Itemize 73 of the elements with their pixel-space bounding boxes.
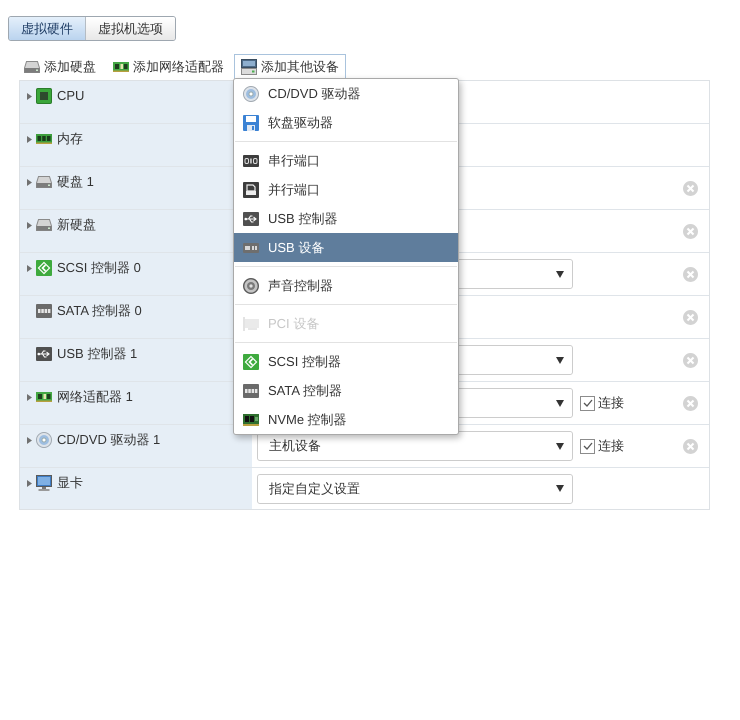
toolbar-button[interactable]: 添加其他设备 xyxy=(234,54,346,79)
remove-icon[interactable] xyxy=(683,438,698,454)
monitor-icon xyxy=(36,475,52,491)
menu-item[interactable]: 声音控制器 xyxy=(234,271,458,300)
menu-item[interactable]: 并行端口 xyxy=(234,175,458,204)
menu-item[interactable]: SCSI 控制器 xyxy=(234,347,458,376)
device-name: 新硬盘 xyxy=(57,217,96,233)
checkbox-label: 连接 xyxy=(598,394,624,412)
usb-device-icon xyxy=(243,242,259,252)
expand-caret-icon xyxy=(27,436,32,444)
menu-item[interactable]: USB 控制器 xyxy=(234,204,458,233)
menu-item[interactable]: NVMe 控制器 xyxy=(234,405,458,434)
chip-icon xyxy=(36,88,52,104)
check-icon xyxy=(582,442,592,450)
network-card-icon xyxy=(36,392,52,402)
controller-icon xyxy=(36,304,52,318)
checkbox[interactable] xyxy=(580,396,595,410)
tab[interactable]: 虚拟硬件 xyxy=(9,17,85,40)
caret-icon xyxy=(556,400,564,406)
expansion-card-icon xyxy=(243,316,259,330)
device-name: USB 控制器 1 xyxy=(57,346,138,362)
disc-icon xyxy=(243,86,259,102)
printer-icon xyxy=(243,182,259,198)
menu-item[interactable]: SATA 控制器 xyxy=(234,376,458,405)
circuit-board-icon xyxy=(243,414,259,426)
remove-icon[interactable] xyxy=(683,180,698,196)
device-name: 内存 xyxy=(57,131,83,147)
serial-port-icon xyxy=(243,154,259,166)
device-name: CPU xyxy=(57,88,84,104)
dropdown-field[interactable]: 主机设备 xyxy=(257,431,573,461)
usb-icon xyxy=(36,347,52,361)
toolbar-button[interactable]: 添加硬盘 xyxy=(17,54,103,79)
menu-item[interactable]: 串行端口 xyxy=(234,146,458,175)
remove-icon[interactable] xyxy=(683,224,698,238)
device-name: 硬盘 1 xyxy=(57,174,94,190)
device-name: CD/DVD 驱动器 1 xyxy=(57,432,160,448)
checkbox[interactable] xyxy=(580,438,595,454)
network-card-icon xyxy=(113,62,129,72)
device-name: 网络适配器 1 xyxy=(57,389,133,405)
caret-icon xyxy=(556,356,564,364)
toolbar-button[interactable]: 添加网络适配器 xyxy=(106,54,231,79)
dropdown-field[interactable]: 指定自定义设置 xyxy=(257,474,573,504)
disc-icon xyxy=(36,432,52,448)
device-name: SCSI 控制器 0 xyxy=(57,260,141,276)
checkbox-label: 连接 xyxy=(598,437,624,456)
controller-icon xyxy=(243,354,259,370)
remove-icon[interactable] xyxy=(683,396,698,410)
device-name: SATA 控制器 0 xyxy=(57,303,142,319)
expand-caret-icon xyxy=(27,92,32,100)
expand-caret-icon xyxy=(27,394,32,400)
expand-caret-icon xyxy=(27,264,32,272)
expand-caret-icon xyxy=(27,136,32,142)
menu-item[interactable]: CD/DVD 驱动器 xyxy=(234,79,458,108)
expand-caret-icon xyxy=(27,222,32,228)
remove-icon[interactable] xyxy=(683,352,698,368)
tab[interactable]: 虚拟机选项 xyxy=(85,17,175,40)
speaker-icon xyxy=(243,278,259,294)
menu-item[interactable]: USB 设备 xyxy=(234,233,458,262)
check-icon xyxy=(582,399,592,407)
caret-icon xyxy=(556,442,564,450)
device-name: 显卡 xyxy=(57,475,83,491)
storage-device-icon xyxy=(241,58,257,74)
remove-icon[interactable] xyxy=(683,310,698,324)
caret-icon xyxy=(556,485,564,492)
usb-icon xyxy=(243,212,259,226)
caret-icon xyxy=(556,270,564,278)
memory-module-icon xyxy=(36,134,52,144)
controller-icon xyxy=(36,260,52,276)
expand-caret-icon xyxy=(27,480,32,486)
controller-icon xyxy=(243,384,259,398)
menu-item[interactable]: 软盘驱动器 xyxy=(234,108,458,137)
remove-icon[interactable] xyxy=(683,266,698,282)
expand-caret-icon xyxy=(27,178,32,186)
